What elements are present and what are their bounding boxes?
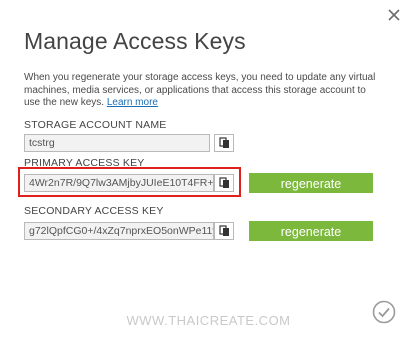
secondary-key-label: SECONDARY ACCESS KEY	[24, 205, 164, 217]
regenerate-secondary-button[interactable]: regenerate	[249, 221, 373, 241]
secondary-key-field[interactable]: g72lQpfCG0+/4xZq7nprxEO5onWPe11ylV	[24, 222, 214, 240]
primary-key-field[interactable]: 4Wr2n7R/9Q7lw3AMjbyJUIeE10T4FR+8ZC	[24, 174, 214, 192]
dialog-title: Manage Access Keys	[24, 28, 246, 54]
copy-secondary-key-button[interactable]	[214, 222, 234, 240]
copy-account-name-button[interactable]	[214, 134, 234, 152]
checkmark-icon[interactable]	[372, 300, 396, 324]
regenerate-primary-button[interactable]: regenerate	[249, 173, 373, 193]
dialog-description: When you regenerate your storage access …	[24, 72, 384, 110]
manage-access-keys-dialog: Manage Access Keys When you regenerate y…	[0, 0, 417, 346]
watermark-text: WWW.THAICREATE.COM	[126, 313, 291, 328]
copy-primary-key-button[interactable]	[214, 174, 234, 192]
description-text: When you regenerate your storage access …	[24, 72, 376, 108]
copy-icon	[219, 225, 229, 236]
storage-account-label: STORAGE ACCOUNT NAME	[24, 119, 167, 131]
learn-more-link[interactable]: Learn more	[107, 97, 158, 108]
copy-icon	[219, 177, 229, 188]
storage-account-field[interactable]: tcstrg	[24, 134, 210, 152]
copy-icon	[219, 137, 229, 148]
close-icon[interactable]	[387, 8, 401, 22]
